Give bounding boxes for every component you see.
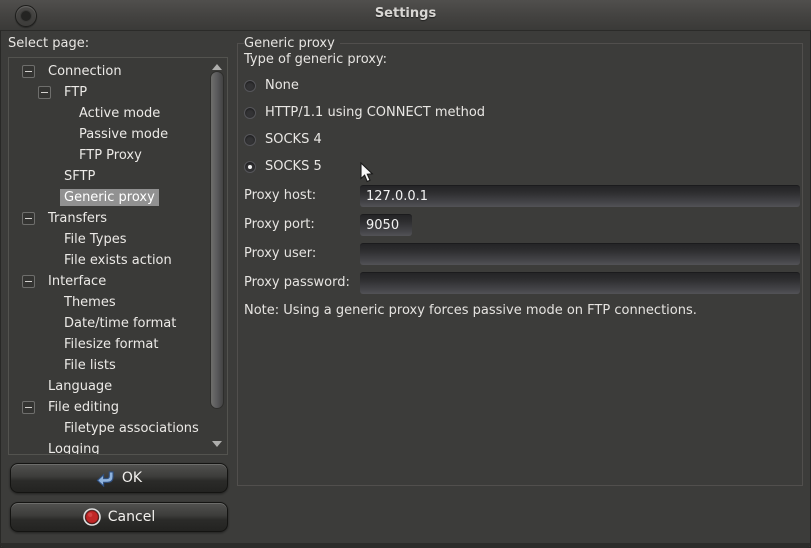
radio-icon[interactable] — [244, 134, 256, 146]
radio-option-socks-5[interactable]: SOCKS 5 — [244, 153, 485, 180]
expander-minus-icon[interactable] — [22, 401, 35, 414]
window-title: Settings — [0, 6, 811, 21]
expander-minus-icon[interactable] — [22, 65, 35, 78]
settings-page-tree: Connection FTP Active mode Passive mode … — [8, 57, 228, 455]
tree-row-label[interactable]: FTP — [60, 84, 91, 101]
tree-row-generic-proxy[interactable]: Generic proxy — [9, 187, 207, 208]
tree-scrollbar[interactable] — [207, 58, 226, 454]
radio-icon[interactable] — [244, 107, 256, 119]
radio-option-none[interactable]: None — [244, 72, 485, 99]
form-row-label: Proxy password: — [244, 275, 360, 290]
scroll-up-icon[interactable] — [212, 64, 222, 70]
expander-minus-icon[interactable] — [22, 275, 35, 288]
cancel-button[interactable]: Cancel — [10, 502, 228, 532]
radio-icon[interactable] — [244, 161, 256, 173]
tree-row-sftp[interactable]: SFTP — [9, 166, 207, 187]
tree-row-label[interactable]: File exists action — [60, 252, 176, 269]
tree-row-label[interactable]: Connection — [44, 63, 126, 80]
proxy-type-label: Type of generic proxy: — [244, 52, 387, 67]
proxy-password-input[interactable] — [360, 272, 800, 294]
tree-row-ftp-proxy[interactable]: FTP Proxy — [9, 145, 207, 166]
group-title: Generic proxy — [244, 36, 340, 51]
stop-icon — [83, 508, 101, 526]
proxy-host-input[interactable]: 127.0.0.1 — [360, 185, 800, 207]
proxy-user-input[interactable] — [360, 243, 800, 265]
tree-row-transfers[interactable]: Transfers — [9, 208, 207, 229]
tree-row-language[interactable]: Language — [9, 376, 207, 397]
form-row: Proxy user: — [244, 239, 800, 268]
tree-row-label[interactable]: Date/time format — [60, 315, 180, 332]
tree-row-label[interactable]: File lists — [60, 357, 120, 374]
window-bottom-edge — [0, 543, 811, 548]
form-row: Proxy host: 127.0.0.1 — [244, 181, 800, 210]
tree-row-file-editing[interactable]: File editing — [9, 397, 207, 418]
radio-icon[interactable] — [244, 80, 256, 92]
tree-row-active-mode[interactable]: Active mode — [9, 103, 207, 124]
ok-button-label: OK — [122, 470, 142, 486]
radio-option-label: HTTP/1.1 using CONNECT method — [265, 105, 485, 120]
tree-row-label[interactable]: File Types — [60, 231, 131, 248]
tree-row-passive-mode[interactable]: Passive mode — [9, 124, 207, 145]
radio-option-http-1-1-using-connect-method[interactable]: HTTP/1.1 using CONNECT method — [244, 99, 485, 126]
tree-row-label[interactable]: Generic proxy — [60, 189, 159, 206]
form-row-label: Proxy port: — [244, 217, 360, 232]
expander-minus-icon[interactable] — [38, 86, 51, 99]
tree-row-file-lists[interactable]: File lists — [9, 355, 207, 376]
expander-minus-icon[interactable] — [22, 212, 35, 225]
radio-option-socks-4[interactable]: SOCKS 4 — [244, 126, 485, 153]
radio-option-label: SOCKS 4 — [265, 132, 322, 147]
proxy-type-radio-group: None HTTP/1.1 using CONNECT method SOCKS… — [244, 72, 485, 180]
tree-row-interface[interactable]: Interface — [9, 271, 207, 292]
radio-option-label: SOCKS 5 — [265, 159, 322, 174]
tree-items: Connection FTP Active mode Passive mode … — [9, 61, 207, 455]
tree-row-filetype-associations[interactable]: Filetype associations — [9, 418, 207, 439]
scrollbar-thumb[interactable] — [210, 71, 224, 409]
radio-option-label: None — [265, 78, 299, 93]
cancel-button-label: Cancel — [108, 509, 155, 525]
tree-row-label[interactable]: Logging — [44, 441, 104, 455]
tree-row-ftp[interactable]: FTP — [9, 82, 207, 103]
tree-row-label[interactable]: Interface — [44, 273, 110, 290]
tree-row-label[interactable]: Language — [44, 378, 116, 395]
form-row-label: Proxy host: — [244, 188, 360, 203]
tree-row-label[interactable]: Transfers — [44, 210, 111, 227]
proxy-port-input[interactable]: 9050 — [360, 214, 412, 236]
proxy-note: Note: Using a generic proxy forces passi… — [244, 303, 697, 318]
tree-row-file-types[interactable]: File Types — [9, 229, 207, 250]
settings-window: Settings Select page: Connection FTP Act… — [0, 0, 811, 548]
tree-row-connection[interactable]: Connection — [9, 61, 207, 82]
tree-row-label[interactable]: Themes — [60, 294, 120, 311]
enter-arrow-icon — [96, 470, 115, 487]
tree-row-label[interactable]: Passive mode — [75, 126, 172, 143]
tree-row-themes[interactable]: Themes — [9, 292, 207, 313]
select-page-label: Select page: — [8, 36, 89, 51]
form-row: Proxy password: — [244, 268, 800, 297]
ok-button[interactable]: OK — [10, 463, 228, 493]
proxy-fields: Proxy host: 127.0.0.1 Proxy port: 9050 P… — [244, 181, 800, 297]
tree-row-label[interactable]: Filesize format — [60, 336, 162, 353]
form-row: Proxy port: 9050 — [244, 210, 800, 239]
tree-row-logging[interactable]: Logging — [9, 439, 207, 455]
tree-row-label[interactable]: FTP Proxy — [75, 147, 146, 164]
scroll-down-icon[interactable] — [212, 441, 222, 447]
form-row-label: Proxy user: — [244, 246, 360, 261]
tree-row-label[interactable]: Active mode — [75, 105, 164, 122]
tree-row-label[interactable]: Filetype associations — [60, 420, 203, 437]
titlebar: Settings — [0, 0, 811, 31]
tree-row-file-exists-action[interactable]: File exists action — [9, 250, 207, 271]
tree-row-date-time-format[interactable]: Date/time format — [9, 313, 207, 334]
tree-row-label[interactable]: File editing — [44, 399, 123, 416]
tree-row-label[interactable]: SFTP — [60, 168, 99, 185]
tree-row-filesize-format[interactable]: Filesize format — [9, 334, 207, 355]
